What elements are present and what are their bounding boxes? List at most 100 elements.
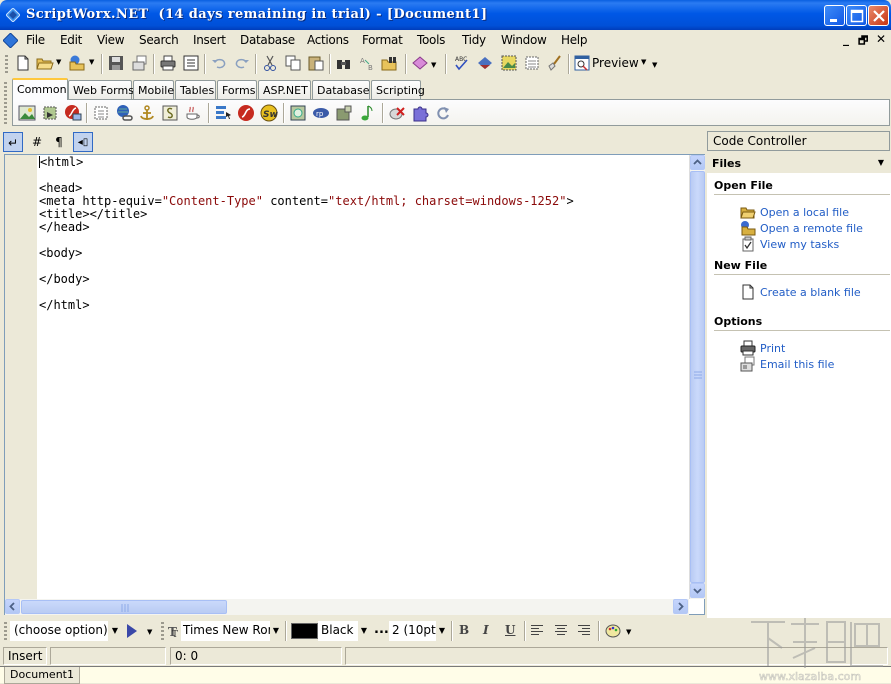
tab-scripting[interactable]: Scripting [371, 80, 425, 99]
insert-activex-remove-icon[interactable] [388, 104, 406, 122]
view-my-tasks-link[interactable]: View my tasks [760, 238, 839, 251]
insert-quicktime-icon[interactable] [289, 104, 307, 122]
tab-common[interactable]: Common [12, 78, 68, 100]
spell-check-icon[interactable]: ABC [452, 54, 470, 72]
menu-view[interactable]: View [97, 33, 125, 47]
tab-tables[interactable]: Tables [175, 80, 216, 99]
menu-tidy[interactable]: Tidy [462, 33, 486, 47]
horizontal-scrollbar[interactable] [5, 599, 689, 615]
open-remote-dropdown-icon[interactable]: ▼ [89, 58, 94, 66]
line-numbers-toggle[interactable]: # [27, 132, 47, 152]
code-line[interactable]: <title></title> [39, 208, 689, 221]
menu-format[interactable]: Format [362, 33, 403, 47]
tab-web-forms[interactable]: Web Forms [68, 80, 134, 99]
play-dropdown-icon[interactable]: ▼ [147, 628, 152, 636]
clean-brush-icon[interactable] [546, 54, 564, 72]
open-dropdown-icon[interactable]: ▼ [56, 58, 61, 66]
code-editor[interactable]: <html> <head> <meta http-equiv="Content-Ty… [4, 154, 705, 615]
find-in-files-icon[interactable] [381, 54, 399, 72]
image-map-icon[interactable] [500, 54, 518, 72]
open-remote-icon[interactable] [68, 54, 86, 72]
preview-button[interactable]: Preview ▼ [572, 53, 652, 74]
code-line[interactable]: </body> [39, 273, 689, 286]
find-icon[interactable] [335, 54, 353, 72]
menu-search[interactable]: Search [139, 33, 179, 47]
print-link[interactable]: Print [760, 342, 785, 355]
tab-database[interactable]: Database [312, 80, 370, 99]
pane-dropdown-icon[interactable]: ▼ [878, 158, 884, 167]
toggle-panel-button[interactable]: ◂▯ [73, 132, 93, 152]
insert-java-applet-icon[interactable] [184, 104, 202, 122]
align-left-icon[interactable] [531, 624, 544, 637]
toolbar-grip[interactable] [5, 55, 8, 73]
print-preview-icon[interactable] [182, 54, 200, 72]
title-bar[interactable]: ScriptWorx.NET (14 days remaining in tri… [0, 0, 891, 30]
menu-insert[interactable]: Insert [193, 33, 226, 47]
cut-icon[interactable] [261, 54, 279, 72]
insert-realmedia-icon[interactable]: rp [312, 104, 330, 122]
underline-button[interactable]: U [505, 623, 515, 637]
mdi-restore-button[interactable]: 🗗 [858, 32, 868, 51]
color-select[interactable]: Black [318, 621, 358, 641]
insert-image-map-icon[interactable] [41, 104, 59, 122]
undo-icon[interactable] [210, 54, 228, 72]
toolbar-grip[interactable] [4, 622, 7, 640]
word-wrap-toggle[interactable]: ↵ [3, 132, 23, 152]
menu-tools[interactable]: Tools [417, 33, 445, 47]
toolbar-grip[interactable] [161, 622, 164, 640]
code-line[interactable] [39, 169, 689, 182]
email-icon[interactable] [131, 54, 149, 72]
email-this-file-link[interactable]: Email this file [760, 358, 834, 371]
more-colors-button[interactable]: ... [374, 622, 389, 637]
align-center-icon[interactable] [555, 624, 568, 637]
vertical-scroll-thumb[interactable] [690, 171, 705, 583]
insert-flash-icon[interactable] [237, 104, 255, 122]
replace-icon[interactable]: AB [358, 54, 376, 72]
color-swatch[interactable] [291, 623, 318, 639]
redo-icon[interactable] [233, 54, 251, 72]
font-size-select[interactable]: 2 (10pt) [389, 621, 436, 641]
minimize-button[interactable] [824, 5, 845, 26]
open-remote-file-link[interactable]: Open a remote file [760, 222, 863, 235]
new-file-icon[interactable] [14, 54, 32, 72]
color-select-arrow[interactable]: ▼ [358, 621, 370, 641]
open-local-file-link[interactable]: Open a local file [760, 206, 849, 219]
insert-shockwave-icon[interactable]: Sw [260, 104, 278, 122]
palette-dropdown-icon[interactable]: ▼ [626, 628, 631, 636]
insert-image-icon[interactable] [18, 104, 36, 122]
font-size-select-arrow[interactable]: ▼ [436, 621, 448, 641]
vertical-scrollbar[interactable] [689, 155, 705, 599]
insert-plugin-icon[interactable] [411, 104, 429, 122]
show-whitespace-toggle[interactable]: ¶ [49, 132, 69, 152]
code-text-area[interactable]: <html> <head> <meta http-equiv="Content-Ty… [39, 155, 689, 599]
horizontal-scroll-thumb[interactable] [21, 600, 227, 614]
tab-forms[interactable]: Forms [217, 80, 257, 99]
code-line[interactable] [39, 286, 689, 299]
document-icon[interactable] [3, 33, 18, 48]
snippet-dropdown-icon[interactable]: ▼ [431, 61, 436, 69]
snippet-icon[interactable] [411, 54, 429, 72]
style-select[interactable]: (choose option) [10, 621, 108, 641]
editor-gutter[interactable] [5, 155, 37, 599]
italic-button[interactable]: I [483, 623, 489, 637]
insert-anchor-icon[interactable] [138, 104, 156, 122]
validate-icon[interactable] [476, 54, 494, 72]
tab-mobile[interactable]: Mobile [133, 80, 174, 99]
insert-flash-object-icon[interactable] [64, 104, 82, 122]
insert-script-icon[interactable] [161, 104, 179, 122]
scroll-right-button[interactable] [673, 599, 688, 614]
files-pane-header[interactable]: Files ▼ [707, 154, 891, 173]
menu-file[interactable]: File [26, 33, 45, 47]
maximize-button[interactable] [846, 5, 867, 26]
close-button[interactable] [868, 5, 889, 26]
scroll-left-button[interactable] [5, 599, 20, 614]
bold-button[interactable]: B [459, 623, 469, 637]
table-editor-icon[interactable] [523, 54, 541, 72]
menu-actions[interactable]: Actions [307, 33, 349, 47]
scroll-up-button[interactable] [690, 155, 705, 170]
style-select-arrow[interactable]: ▼ [109, 621, 121, 641]
document-tab[interactable]: Document1 [4, 667, 80, 684]
paste-icon[interactable] [307, 54, 325, 72]
copy-icon[interactable] [284, 54, 302, 72]
align-right-icon[interactable] [578, 624, 591, 637]
